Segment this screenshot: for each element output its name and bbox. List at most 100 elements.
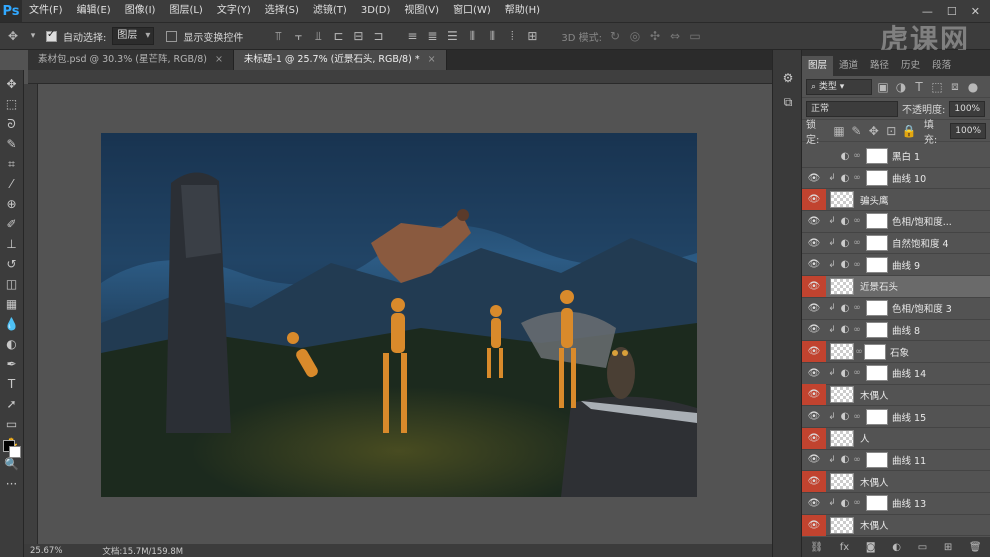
- adjustment-icon[interactable]: ◐: [838, 238, 852, 249]
- distribute-top-icon[interactable]: ≡: [405, 29, 419, 43]
- more-tools-icon[interactable]: ···: [2, 474, 22, 494]
- visibility-eye-icon[interactable]: 👁: [802, 471, 826, 493]
- link-icon[interactable]: ∞: [852, 173, 862, 183]
- filter-smart-icon[interactable]: ⧈: [948, 79, 962, 94]
- move-tool-icon[interactable]: ✥: [2, 74, 22, 94]
- layer-mask-thumbnail[interactable]: [864, 343, 886, 360]
- minimize-icon[interactable]: —: [922, 5, 933, 18]
- slide-3d-icon[interactable]: ⇔: [668, 29, 682, 43]
- distribute-hcenter-icon[interactable]: ⫴: [485, 29, 499, 44]
- layer-mask-thumbnail[interactable]: [866, 170, 888, 187]
- visibility-eye-icon[interactable]: 👁: [802, 211, 826, 232]
- layer-mask-thumbnail[interactable]: [866, 365, 888, 382]
- distribute-left-icon[interactable]: ⦀: [465, 29, 479, 44]
- layer-row[interactable]: 👁 ↲ ◐ ∞ 曲线 9: [802, 254, 990, 277]
- layer-row[interactable]: 👁 ↲ ◐ ∞ 曲线 14: [802, 362, 990, 385]
- layer-row[interactable]: 👁 木偶人: [802, 514, 990, 537]
- lock-position-icon[interactable]: ✥: [867, 124, 880, 138]
- crop-tool-icon[interactable]: ⌗: [2, 154, 22, 174]
- history-brush-icon[interactable]: ↺: [2, 254, 22, 274]
- maximize-icon[interactable]: ☐: [947, 5, 957, 18]
- layer-mask-thumbnail[interactable]: [866, 213, 888, 230]
- layer-style-icon[interactable]: fx: [840, 542, 849, 553]
- brush-tool-icon[interactable]: ✐: [2, 214, 22, 234]
- pen-tool-icon[interactable]: ✒: [2, 354, 22, 374]
- link-icon[interactable]: ∞: [852, 368, 862, 378]
- blend-mode-dropdown[interactable]: 正常: [806, 100, 898, 117]
- menu-item[interactable]: 图层(L): [162, 0, 209, 22]
- add-mask-icon[interactable]: ◙: [866, 542, 876, 553]
- layer-row[interactable]: 👁 ↲ ◐ ∞ 曲线 8: [802, 319, 990, 342]
- layer-row[interactable]: 👁 ◐∞ 黑白 1: [802, 146, 990, 168]
- adjustment-icon[interactable]: ◐: [838, 216, 852, 227]
- link-icon[interactable]: ∞: [852, 238, 862, 248]
- adjustment-icon[interactable]: ◐: [838, 368, 852, 379]
- link-icon[interactable]: ∞: [854, 347, 864, 357]
- link-icon[interactable]: ∞: [852, 455, 862, 465]
- layer-mask-thumbnail[interactable]: [866, 321, 888, 338]
- menu-item[interactable]: 文字(Y): [210, 0, 258, 22]
- layer-mask-thumbnail[interactable]: [866, 148, 888, 165]
- rotate-3d-icon[interactable]: ↻: [608, 29, 622, 43]
- layer-thumbnail[interactable]: [830, 516, 854, 534]
- link-icon[interactable]: ∞: [852, 260, 862, 270]
- layer-name[interactable]: 曲线 14: [892, 366, 926, 380]
- lock-all-icon[interactable]: 🔒: [902, 124, 917, 138]
- blur-tool-icon[interactable]: 💧: [2, 314, 22, 334]
- new-adjustment-icon[interactable]: ◐: [892, 542, 901, 553]
- properties-panel-icon[interactable]: ⧉: [773, 90, 803, 114]
- document-canvas[interactable]: [101, 133, 697, 497]
- layer-row[interactable]: 👁 ↲ ◐ ∞ 曲线 11: [802, 449, 990, 472]
- scale-3d-icon[interactable]: ▭: [688, 29, 702, 43]
- visibility-eye-icon[interactable]: 👁: [802, 449, 826, 470]
- delete-layer-icon[interactable]: 🗑: [969, 542, 982, 553]
- layer-name[interactable]: 木偶人: [860, 388, 889, 402]
- background-color[interactable]: [9, 446, 21, 458]
- menu-item[interactable]: 3D(D): [354, 0, 398, 22]
- layer-name[interactable]: 人: [860, 431, 870, 445]
- layer-row[interactable]: 👁 近景石头: [802, 275, 990, 298]
- move-tool-icon[interactable]: ✥: [6, 29, 20, 43]
- layer-row[interactable]: 👁 ↲ ◐ ∞ 色相/饱和度 3: [802, 297, 990, 320]
- align-hcenter-icon[interactable]: ⊟: [351, 29, 365, 43]
- layer-row[interactable]: 👁 人: [802, 427, 990, 450]
- visibility-eye-icon[interactable]: 👁: [802, 341, 826, 363]
- menu-item[interactable]: 编辑(E): [70, 0, 118, 22]
- healing-brush-icon[interactable]: ⊕: [2, 194, 22, 214]
- filter-adjust-icon[interactable]: ◑: [894, 80, 908, 94]
- distribute-bottom-icon[interactable]: ☰: [445, 29, 459, 43]
- layer-name[interactable]: 曲线 15: [892, 410, 926, 424]
- adjustment-icon[interactable]: ◐: [838, 324, 852, 335]
- layer-name[interactable]: 木偶人: [860, 518, 889, 532]
- adjustment-icon[interactable]: ◐: [838, 259, 852, 270]
- layer-name[interactable]: 骗头鹰: [860, 193, 889, 207]
- layer-thumbnail[interactable]: [830, 191, 854, 209]
- layer-thumbnail[interactable]: [830, 343, 854, 361]
- rectangle-tool-icon[interactable]: ▭: [2, 414, 22, 434]
- visibility-eye-icon[interactable]: 👁: [802, 427, 826, 449]
- layer-row[interactable]: 👁 ↲ ◐ ∞ 曲线 10: [802, 167, 990, 190]
- layer-mask-thumbnail[interactable]: [866, 300, 888, 317]
- link-icon[interactable]: ∞: [852, 325, 862, 335]
- tab-history[interactable]: 历史: [895, 56, 926, 76]
- zoom-level[interactable]: 25.67%: [30, 546, 62, 556]
- filter-toggle-icon[interactable]: ●: [966, 80, 980, 94]
- auto-select-dropdown[interactable]: 图层: [112, 27, 155, 45]
- eyedropper-tool-icon[interactable]: ⁄: [2, 174, 22, 194]
- menu-item[interactable]: 选择(S): [258, 0, 306, 22]
- show-transform-checkbox[interactable]: [166, 30, 178, 42]
- auto-select-checkbox[interactable]: [46, 29, 57, 42]
- roll-3d-icon[interactable]: ◎: [628, 29, 642, 43]
- align-bottom-icon[interactable]: ⫫: [311, 29, 325, 44]
- gradient-tool-icon[interactable]: ▦: [2, 294, 22, 314]
- visibility-eye-icon[interactable]: 👁: [802, 493, 826, 514]
- stamp-tool-icon[interactable]: ⊥: [2, 234, 22, 254]
- layer-row[interactable]: 👁 ∞ 石象: [802, 341, 990, 363]
- layer-row[interactable]: 👁 ↲ ◐ ∞ 曲线 13: [802, 493, 990, 515]
- layer-row[interactable]: 👁 ↲ ◐ ∞ 自然饱和度 4: [802, 232, 990, 255]
- auto-align-icon[interactable]: ⊞: [525, 29, 539, 43]
- layer-name[interactable]: 曲线 9: [892, 258, 920, 272]
- menu-item[interactable]: 滤镜(T): [306, 0, 354, 22]
- layer-name[interactable]: 色相/饱和度 3: [892, 301, 952, 315]
- layer-name[interactable]: 近景石头: [860, 279, 898, 293]
